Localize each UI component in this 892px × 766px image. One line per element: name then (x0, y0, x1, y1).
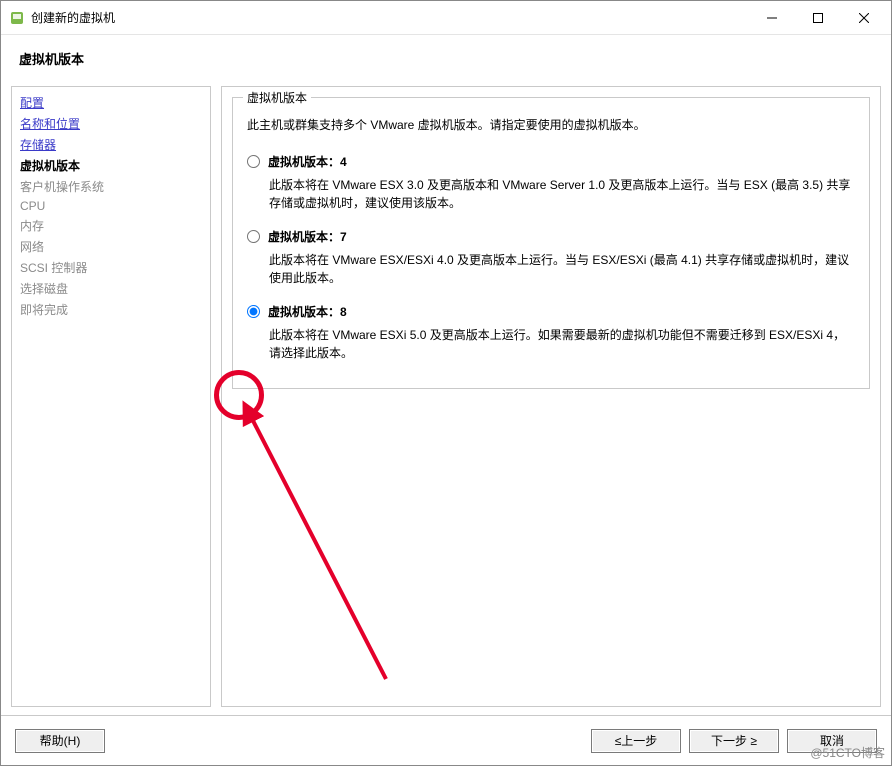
option-version-4-text: 此版本将在 VMware ESX 3.0 及更高版本和 VMware Serve… (269, 176, 855, 212)
sidebar-item-finish: 即将完成 (20, 300, 202, 319)
sidebar-item-select-disk: 选择磁盘 (20, 279, 202, 298)
wizard-footer: 帮助(H) ≤上一步 下一步 ≥ 取消 (1, 715, 891, 765)
option-version-7-row[interactable]: 虚拟机版本：7 (247, 228, 855, 245)
body: 配置 名称和位置 存储器 虚拟机版本 客户机操作系统 CPU 内存 网络 SCS… (1, 86, 891, 715)
close-icon (859, 13, 869, 23)
sidebar-item-vm-version: 虚拟机版本 (20, 156, 202, 175)
sidebar-item-cpu: CPU (20, 198, 202, 214)
radio-version-8[interactable] (247, 305, 260, 318)
sidebar-item-network: 网络 (20, 237, 202, 256)
sidebar-item-config[interactable]: 配置 (20, 93, 202, 112)
content-pane: 虚拟机版本 此主机或群集支持多个 VMware 虚拟机版本。请指定要使用的虚拟机… (221, 86, 881, 707)
option-version-4: 虚拟机版本：4 此版本将在 VMware ESX 3.0 及更高版本和 VMwa… (247, 153, 855, 212)
app-icon (9, 10, 25, 26)
minimize-icon (767, 13, 777, 23)
wizard-sidebar: 配置 名称和位置 存储器 虚拟机版本 客户机操作系统 CPU 内存 网络 SCS… (11, 86, 211, 707)
cancel-button[interactable]: 取消 (787, 729, 877, 753)
page-title: 虚拟机版本 (19, 49, 873, 68)
window-title: 创建新的虚拟机 (31, 9, 115, 26)
window-root: 创建新的虚拟机 虚拟机版本 配置 名称和位置 存储器 虚拟机版本 客户机操作系统… (0, 0, 892, 766)
help-button[interactable]: 帮助(H) (15, 729, 105, 753)
option-version-8-text: 此版本将在 VMware ESXi 5.0 及更高版本上运行。如果需要最新的虚拟… (269, 326, 855, 362)
sidebar-item-guest-os: 客户机操作系统 (20, 177, 202, 196)
radio-version-4[interactable] (247, 155, 260, 168)
option-version-7-text: 此版本将在 VMware ESX/ESXi 4.0 及更高版本上运行。当与 ES… (269, 251, 855, 287)
next-button[interactable]: 下一步 ≥ (689, 729, 779, 753)
page-header: 虚拟机版本 (1, 35, 891, 86)
maximize-button[interactable] (795, 3, 841, 33)
minimize-button[interactable] (749, 3, 795, 33)
titlebar: 创建新的虚拟机 (1, 1, 891, 35)
sidebar-item-scsi: SCSI 控制器 (20, 258, 202, 277)
fieldset-desc: 此主机或群集支持多个 VMware 虚拟机版本。请指定要使用的虚拟机版本。 (247, 116, 855, 133)
option-version-7-label: 虚拟机版本：7 (268, 228, 347, 245)
option-version-4-row[interactable]: 虚拟机版本：4 (247, 153, 855, 170)
option-version-8: 虚拟机版本：8 此版本将在 VMware ESXi 5.0 及更高版本上运行。如… (247, 303, 855, 362)
sidebar-item-storage[interactable]: 存储器 (20, 135, 202, 154)
radio-version-7[interactable] (247, 230, 260, 243)
fieldset-legend: 虚拟机版本 (243, 89, 311, 106)
back-button[interactable]: ≤上一步 (591, 729, 681, 753)
option-version-8-row[interactable]: 虚拟机版本：8 (247, 303, 855, 320)
maximize-icon (813, 13, 823, 23)
close-button[interactable] (841, 3, 887, 33)
vm-version-fieldset: 虚拟机版本 此主机或群集支持多个 VMware 虚拟机版本。请指定要使用的虚拟机… (232, 97, 870, 389)
option-version-4-label: 虚拟机版本：4 (268, 153, 347, 170)
option-version-8-label: 虚拟机版本：8 (268, 303, 347, 320)
sidebar-item-name-location[interactable]: 名称和位置 (20, 114, 202, 133)
sidebar-item-memory: 内存 (20, 216, 202, 235)
option-version-7: 虚拟机版本：7 此版本将在 VMware ESX/ESXi 4.0 及更高版本上… (247, 228, 855, 287)
